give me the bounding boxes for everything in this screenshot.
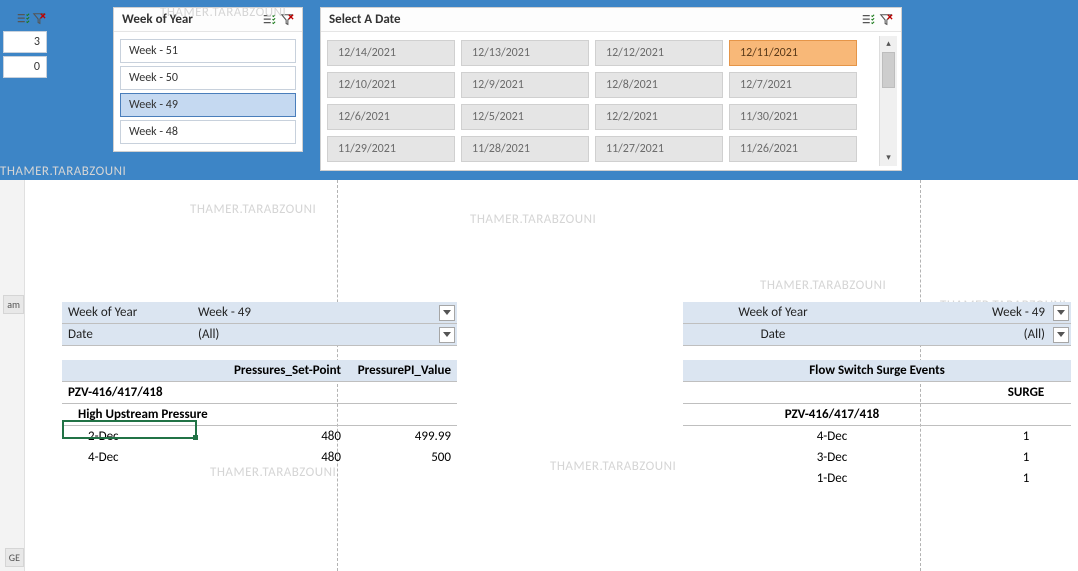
filter-label: Week of Year [683, 302, 863, 323]
table-row: 1-Dec1 [683, 468, 1071, 489]
table-row: 2-Dec480499.99 [62, 426, 457, 447]
column-header: PressurePI_Value [347, 360, 457, 381]
pivot-header-row: Pressures_Set-Point PressurePI_Value [62, 360, 457, 382]
slicer-item[interactable]: 12/12/2021 [595, 40, 723, 66]
filter-dropdown-icon[interactable] [439, 327, 455, 343]
cell-date[interactable]: 3-Dec [683, 447, 981, 468]
watermark: THAMER.TARABZOUNI [190, 202, 316, 217]
slicer-item[interactable]: 3 [3, 31, 47, 53]
slicer-header: Week of Year [114, 8, 302, 32]
watermark: THAMER.TARABZOUNI [470, 212, 596, 227]
pivot-category: PZV-416/417/418 [683, 404, 981, 425]
scroll-up-icon[interactable]: ▴ [880, 36, 897, 52]
cell-surge[interactable]: 1 [981, 447, 1071, 468]
filter-value: Week - 49 [863, 302, 1053, 323]
clear-filter-icon[interactable] [32, 12, 46, 26]
slicer-item[interactable]: Week - 50 [120, 66, 296, 90]
left-gutter: am GE [0, 180, 25, 571]
filter-value: (All) [863, 324, 1053, 345]
filter-dropdown-icon[interactable] [1053, 305, 1069, 321]
pivot-subcategory: High Upstream Pressure [62, 404, 457, 426]
pivot-category: PZV-416/417/418 [62, 382, 457, 404]
column-header: Pressures_Set-Point [197, 360, 347, 381]
filter-value: (All) [192, 324, 312, 345]
slicer-item[interactable]: Week - 51 [120, 39, 296, 63]
week-slicer: Week of Year Week - 51 Week - 50 Week - 49… [113, 7, 303, 152]
filter-dropdown-icon[interactable] [1053, 327, 1069, 343]
slicer-item[interactable]: 11/29/2021 [327, 136, 455, 162]
table-row: 3-Dec1 [683, 447, 1071, 468]
watermark: THAMER.TARABZOUNI [760, 278, 886, 293]
cell-setpoint[interactable]: 480 [197, 426, 347, 447]
scroll-thumb[interactable] [882, 52, 895, 88]
slicer-item[interactable]: 12/9/2021 [461, 72, 589, 98]
slicer-item[interactable]: Week - 49 [120, 93, 296, 117]
column-header: Flow Switch Surge Events [683, 360, 1071, 381]
cell-date[interactable]: 4-Dec [62, 447, 197, 468]
multiselect-icon[interactable] [861, 13, 875, 27]
slicer-item[interactable]: 11/28/2021 [461, 136, 589, 162]
table-row: 4-Dec1 [683, 426, 1071, 447]
slicer-header: Select A Date [321, 8, 901, 32]
filter-label: Date [62, 324, 192, 345]
slicer-item[interactable]: 12/2/2021 [595, 104, 723, 130]
filter-value: Week - 49 [192, 302, 312, 323]
cell-setpoint[interactable]: 480 [197, 447, 347, 468]
scroll-down-icon[interactable]: ▾ [880, 150, 897, 166]
filter-label: Date [683, 324, 863, 345]
filter-dropdown-icon[interactable] [439, 305, 455, 321]
slicer-title: Select A Date [329, 12, 861, 27]
slicer-item[interactable]: Week - 48 [120, 120, 296, 144]
multiselect-icon[interactable] [16, 12, 30, 26]
cell-value[interactable]: 499.99 [347, 426, 457, 447]
watermark: THAMER.TARABZOUNI [550, 459, 676, 474]
slicer-scrollbar[interactable]: ▴ ▾ [879, 36, 897, 166]
pivot-filter-row: Week of Year Week - 49 [683, 302, 1071, 324]
pivot-header-row: Flow Switch Surge Events [683, 360, 1071, 382]
slicer-item[interactable]: 12/7/2021 [729, 72, 857, 98]
slicer-item[interactable]: 11/27/2021 [595, 136, 723, 162]
surge-pivot: Week of Year Week - 49 Date (All) Flow S… [683, 302, 1071, 489]
pivot-filter-row: Date (All) [683, 324, 1071, 346]
slicer-area: 30 Week of Year Week - 51Week - 50Week -… [0, 0, 1078, 180]
date-slicer: Select A Date 12/14/202112/13/202112/12/… [320, 7, 902, 171]
sheet-tab-stub[interactable]: GE [5, 548, 24, 567]
slicer-item[interactable]: 11/26/2021 [729, 136, 857, 162]
cell-surge[interactable]: 1 [981, 468, 1071, 489]
cell-value[interactable]: 500 [347, 447, 457, 468]
filter-label: Week of Year [62, 302, 192, 323]
cell-date[interactable]: 4-Dec [683, 426, 981, 447]
multiselect-icon[interactable] [262, 13, 276, 27]
clear-filter-icon[interactable] [879, 13, 893, 27]
slicer-item[interactable]: 12/10/2021 [327, 72, 455, 98]
slicer-item[interactable]: 0 [3, 56, 47, 78]
cell-date[interactable]: 2-Dec [62, 426, 197, 447]
slicer-item[interactable]: 12/5/2021 [461, 104, 589, 130]
slicer-item[interactable]: 12/13/2021 [461, 40, 589, 66]
pressure-pivot: Week of Year Week - 49 Date (All) Pressu… [62, 302, 457, 468]
column-header: SURGE [981, 382, 1071, 403]
pivot-filter-row: Week of Year Week - 49 [62, 302, 457, 324]
slicer-item[interactable]: 12/6/2021 [327, 104, 455, 130]
slicer-title: Week of Year [122, 12, 262, 27]
slicer-item[interactable]: 12/14/2021 [327, 40, 455, 66]
table-row: 4-Dec480500 [62, 447, 457, 468]
cell-date[interactable]: 1-Dec [683, 468, 981, 489]
pivot-filter-row: Date (All) [62, 324, 457, 346]
slicer-item[interactable]: 11/30/2021 [729, 104, 857, 130]
cell-surge[interactable]: 1 [981, 426, 1071, 447]
slicer-item[interactable]: 12/8/2021 [595, 72, 723, 98]
clear-filter-icon[interactable] [280, 13, 294, 27]
slicer-fragment-left: 30 [0, 10, 50, 81]
slicer-item[interactable]: 12/11/2021 [729, 40, 857, 66]
sheet-tab-stub[interactable]: am [3, 295, 24, 314]
